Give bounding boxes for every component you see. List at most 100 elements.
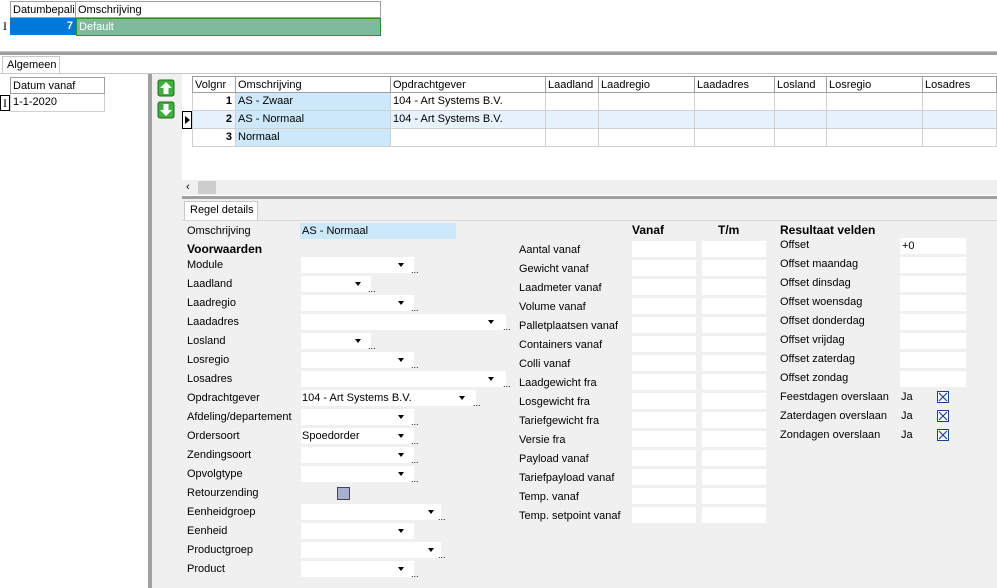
zaterdagen-overslaan-checkbox[interactable] — [937, 410, 949, 422]
tab-algemeen[interactable]: Algemeen — [2, 56, 60, 74]
rules-header-losadres[interactable]: Losadres — [923, 76, 997, 93]
productgroep-dropdown[interactable]: ... — [301, 542, 446, 560]
ellipsis-icon[interactable]: ... — [438, 513, 446, 522]
zondagen-overslaan-checkbox[interactable] — [937, 429, 949, 441]
zendingsoort-dropdown[interactable]: ... — [301, 447, 419, 465]
losadres-dropdown[interactable]: ... — [301, 371, 511, 389]
chevron-down-icon[interactable] — [428, 548, 434, 552]
ellipsis-icon[interactable]: ... — [503, 323, 511, 332]
offset-dinsdag-input[interactable] — [900, 276, 966, 292]
chevron-down-icon[interactable] — [488, 320, 494, 324]
colli-vanaf-from-input[interactable] — [632, 355, 696, 371]
feestdagen-overslaan-checkbox[interactable] — [937, 391, 949, 403]
ellipsis-icon[interactable]: ... — [411, 475, 419, 484]
top-grid-header-date[interactable]: Datumbepalin — [10, 1, 76, 18]
ellipsis-icon[interactable]: ... — [368, 342, 376, 351]
laadregio-dropdown[interactable]: ... — [301, 295, 419, 313]
chevron-down-icon[interactable] — [355, 282, 361, 286]
gewicht-vanaf-to-input[interactable] — [702, 260, 766, 276]
laadgewicht-fra-to-input[interactable] — [702, 374, 766, 390]
ellipsis-icon[interactable]: ... — [503, 380, 511, 389]
containers-vanaf-from-input[interactable] — [632, 336, 696, 352]
eenheidgroep-dropdown[interactable]: ... — [301, 504, 446, 522]
offset-vrijdag-input[interactable] — [900, 333, 966, 349]
chevron-down-icon[interactable] — [398, 529, 404, 533]
aantal-vanaf-from-input[interactable] — [632, 241, 696, 257]
module-dropdown[interactable]: ... — [301, 257, 419, 275]
laadmeter-vanaf-to-input[interactable] — [702, 279, 766, 295]
date-grid-header[interactable]: Datum vanaf — [10, 77, 105, 94]
losgewicht-fra-from-input[interactable] — [632, 393, 696, 409]
product-dropdown[interactable]: ... — [301, 561, 419, 579]
gewicht-vanaf-from-input[interactable] — [632, 260, 696, 276]
laadmeter-vanaf-from-input[interactable] — [632, 279, 696, 295]
opdrachtgever-dropdown[interactable]: 104 - Art Systems B.V.... — [301, 390, 481, 408]
temp-setpoint-vanaf-from-input[interactable] — [632, 507, 696, 523]
offset-donderdag-input[interactable] — [900, 314, 966, 330]
scroll-thumb[interactable] — [198, 181, 216, 194]
offset-zaterdag-input[interactable] — [900, 352, 966, 368]
ellipsis-icon[interactable]: ... — [438, 551, 446, 560]
rules-header-laadregio[interactable]: Laadregio — [599, 76, 695, 93]
scroll-left-icon[interactable]: ‹ — [186, 180, 196, 195]
rules-header-volgnr[interactable]: Volgnr — [192, 76, 236, 93]
offset-input[interactable]: +0 — [900, 238, 966, 254]
chevron-down-icon[interactable] — [398, 263, 404, 267]
temp-vanaf-to-input[interactable] — [702, 488, 766, 504]
ellipsis-icon[interactable]: ... — [473, 399, 481, 408]
ordersoort-dropdown[interactable]: Spoedorder... — [301, 428, 419, 446]
tariefpayload-vanaf-to-input[interactable] — [702, 469, 766, 485]
table-row[interactable]: 1 AS - Zwaar 104 - Art Systems B.V. — [182, 93, 997, 111]
top-grid-row-num[interactable]: 7 — [10, 18, 76, 35]
top-grid-header-desc[interactable]: Omschrijving — [76, 1, 381, 18]
laadland-dropdown[interactable]: ... — [301, 276, 376, 294]
rules-header-losland[interactable]: Losland — [775, 76, 827, 93]
opvolgtype-dropdown[interactable]: ... — [301, 466, 419, 484]
rules-header-laadland[interactable]: Laadland — [546, 76, 599, 93]
retourzending-checkbox[interactable] — [337, 487, 350, 500]
chevron-down-icon[interactable] — [398, 453, 404, 457]
move-down-button[interactable] — [157, 101, 175, 119]
aantal-vanaf-to-input[interactable] — [702, 241, 766, 257]
omschrijving-input[interactable]: AS - Normaal — [300, 223, 456, 239]
volume-vanaf-to-input[interactable] — [702, 298, 766, 314]
rules-header-opdrachtgever[interactable]: Opdrachtgever — [391, 76, 546, 93]
chevron-down-icon[interactable] — [398, 434, 404, 438]
chevron-down-icon[interactable] — [459, 396, 465, 400]
palletplaatsen-vanaf-from-input[interactable] — [632, 317, 696, 333]
offset-woensdag-input[interactable] — [900, 295, 966, 311]
ellipsis-icon[interactable]: ... — [411, 437, 419, 446]
ellipsis-icon[interactable]: ... — [411, 266, 419, 275]
offset-maandag-input[interactable] — [900, 257, 966, 273]
colli-vanaf-to-input[interactable] — [702, 355, 766, 371]
horizontal-scrollbar[interactable]: ‹ — [182, 180, 997, 195]
tariefgewicht-fra-to-input[interactable] — [702, 412, 766, 428]
offset-zondag-input[interactable] — [900, 371, 966, 387]
chevron-down-icon[interactable] — [398, 472, 404, 476]
ellipsis-icon[interactable]: ... — [411, 456, 419, 465]
splitter[interactable] — [0, 51, 997, 55]
versie-fra-from-input[interactable] — [632, 431, 696, 447]
volume-vanaf-from-input[interactable] — [632, 298, 696, 314]
ellipsis-icon[interactable]: ... — [411, 418, 419, 427]
chevron-down-icon[interactable] — [398, 415, 404, 419]
top-grid-row-desc[interactable]: Default — [76, 18, 381, 36]
rules-header-laadadres[interactable]: Laadadres — [695, 76, 775, 93]
chevron-down-icon[interactable] — [398, 301, 404, 305]
ellipsis-icon[interactable]: ... — [411, 304, 419, 313]
chevron-down-icon[interactable] — [355, 339, 361, 343]
losregio-dropdown[interactable]: ... — [301, 352, 419, 370]
chevron-down-icon[interactable] — [398, 358, 404, 362]
tariefgewicht-fra-from-input[interactable] — [632, 412, 696, 428]
containers-vanaf-to-input[interactable] — [702, 336, 766, 352]
move-up-button[interactable] — [157, 79, 175, 97]
laadgewicht-fra-from-input[interactable] — [632, 374, 696, 390]
versie-fra-to-input[interactable] — [702, 431, 766, 447]
chevron-down-icon[interactable] — [428, 510, 434, 514]
losland-dropdown[interactable]: ... — [301, 333, 376, 351]
chevron-down-icon[interactable] — [398, 567, 404, 571]
table-row[interactable]: 2 AS - Normaal 104 - Art Systems B.V. — [182, 111, 997, 129]
payload-vanaf-to-input[interactable] — [702, 450, 766, 466]
laadadres-dropdown[interactable]: ... — [301, 314, 511, 332]
ellipsis-icon[interactable]: ... — [411, 361, 419, 370]
